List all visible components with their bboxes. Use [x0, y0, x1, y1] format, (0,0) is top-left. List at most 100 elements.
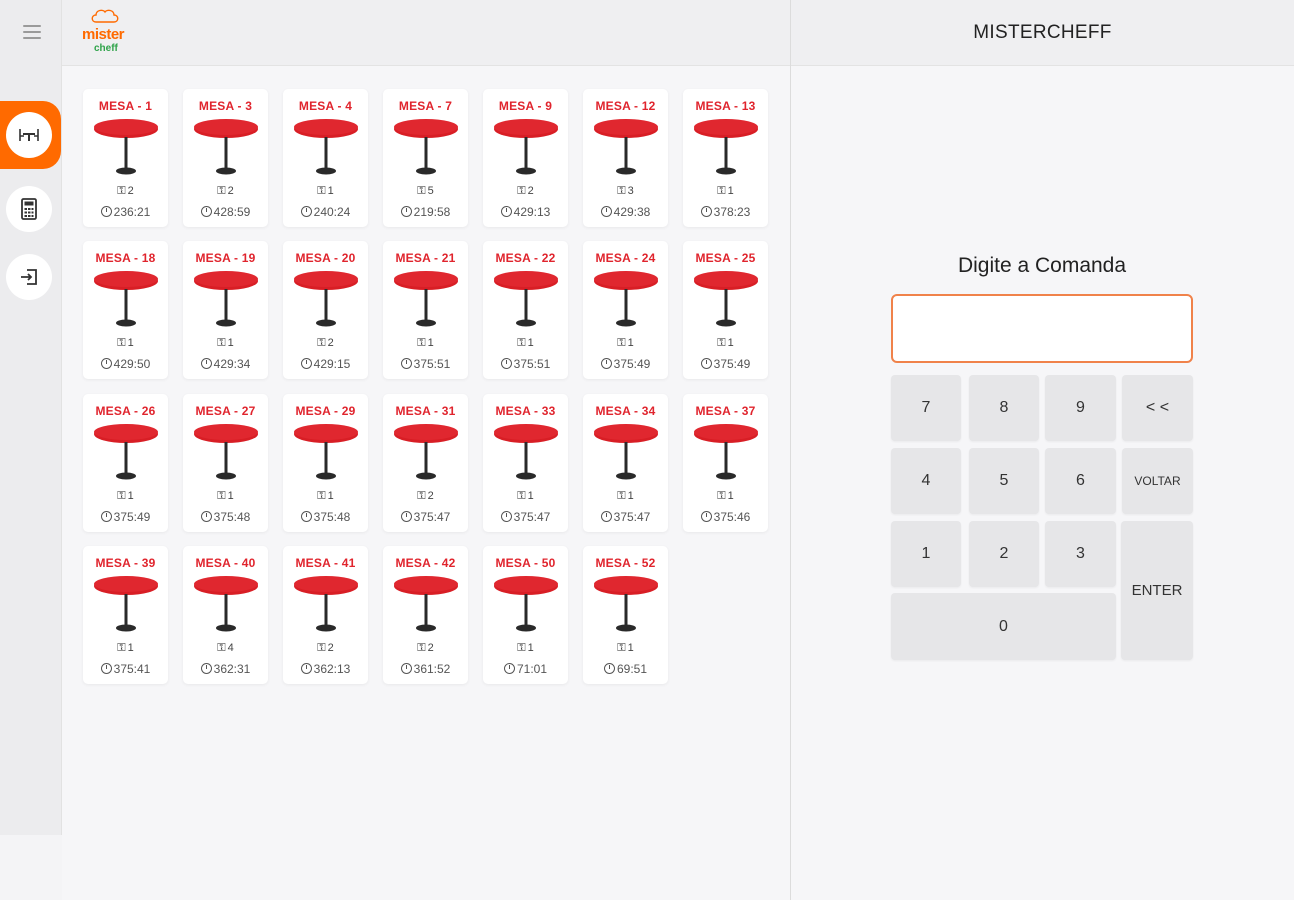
table-label: MESA - 33 [495, 404, 556, 418]
key-backspace[interactable]: < < [1122, 375, 1193, 441]
panel-title: MISTERCHEFF [973, 22, 1112, 43]
people-count: ⚿ 5 [417, 185, 434, 197]
key-6[interactable]: 6 [1045, 448, 1116, 514]
table-icon [294, 576, 358, 632]
people-count: ⚿ 2 [517, 185, 534, 197]
people-icon: ⚿ [617, 642, 626, 654]
sidebar-item-logout[interactable] [6, 254, 52, 300]
clock-icon [100, 358, 112, 369]
table-card[interactable]: MESA - 20 ⚿ 2 429:15 [283, 241, 368, 379]
people-count: ⚿ 1 [417, 337, 434, 349]
table-card[interactable]: MESA - 26 ⚿ 1 375:49 [83, 394, 168, 532]
sidebar-item-tables[interactable] [0, 101, 61, 169]
table-label: MESA - 24 [595, 251, 656, 265]
table-card[interactable]: MESA - 1 ⚿ 2 236:21 [83, 89, 168, 227]
table-card[interactable]: MESA - 37 ⚿ 1 375:46 [683, 394, 768, 532]
table-card[interactable]: MESA - 52 ⚿ 1 69:51 [583, 546, 668, 684]
table-card[interactable]: MESA - 3 ⚿ 2 428:59 [183, 89, 268, 227]
table-card[interactable]: MESA - 22 ⚿ 1 375:51 [483, 241, 568, 379]
key-3[interactable]: 3 [1045, 521, 1116, 587]
people-icon: ⚿ [617, 490, 626, 502]
table-label: MESA - 19 [195, 251, 256, 265]
table-card[interactable]: MESA - 4 ⚿ 1 240:24 [283, 89, 368, 227]
table-card[interactable]: MESA - 41 ⚿ 2 362:13 [283, 546, 368, 684]
clock-icon [500, 358, 512, 369]
people-count: ⚿ 1 [717, 185, 734, 197]
table-card[interactable]: MESA - 25 ⚿ 1 375:49 [683, 241, 768, 379]
elapsed-time: 375:48 [283, 510, 368, 524]
clock-icon [400, 206, 412, 217]
table-card[interactable]: MESA - 31 ⚿ 2 375:47 [383, 394, 468, 532]
elapsed-time: 375:49 [583, 357, 668, 371]
table-label: MESA - 25 [695, 251, 756, 265]
people-count: ⚿ 2 [317, 642, 334, 654]
key-voltar[interactable]: VOLTAR [1122, 448, 1193, 514]
people-count: ⚿ 1 [117, 337, 134, 349]
people-icon: ⚿ [717, 337, 726, 349]
table-card[interactable]: MESA - 18 ⚿ 1 429:50 [83, 241, 168, 379]
clock-icon [600, 511, 612, 522]
people-count: ⚿ 2 [217, 185, 234, 197]
key-5[interactable]: 5 [969, 448, 1039, 514]
rail-footer [0, 835, 62, 900]
key-9[interactable]: 9 [1045, 375, 1116, 441]
elapsed-time: 375:51 [383, 357, 468, 371]
people-count: ⚿ 1 [617, 642, 634, 654]
key-enter[interactable]: ENTER [1121, 521, 1193, 660]
table-card[interactable]: MESA - 34 ⚿ 1 375:47 [583, 394, 668, 532]
table-card[interactable]: MESA - 27 ⚿ 1 375:48 [183, 394, 268, 532]
table-icon [194, 424, 258, 480]
menu-icon[interactable] [23, 25, 41, 41]
elapsed-time: 429:38 [583, 205, 668, 219]
table-card[interactable]: MESA - 21 ⚿ 1 375:51 [383, 241, 468, 379]
table-label: MESA - 26 [95, 404, 156, 418]
table-card[interactable]: MESA - 39 ⚿ 1 375:41 [83, 546, 168, 684]
table-card[interactable]: MESA - 7 ⚿ 5 219:58 [383, 89, 468, 227]
key-7[interactable]: 7 [891, 375, 961, 441]
sidebar-item-calculator[interactable] [6, 186, 52, 232]
table-card[interactable]: MESA - 33 ⚿ 1 375:47 [483, 394, 568, 532]
table-label: MESA - 39 [95, 556, 156, 570]
table-card[interactable]: MESA - 19 ⚿ 1 429:34 [183, 241, 268, 379]
table-card[interactable]: MESA - 13 ⚿ 1 378:23 [683, 89, 768, 227]
people-count: ⚿ 1 [517, 337, 534, 349]
comanda-input[interactable] [891, 294, 1193, 363]
people-count: ⚿ 1 [517, 490, 534, 502]
elapsed-time: 362:31 [183, 662, 268, 676]
clock-icon [300, 358, 312, 369]
people-icon: ⚿ [117, 490, 126, 502]
clock-icon [400, 511, 412, 522]
key-8[interactable]: 8 [969, 375, 1039, 441]
table-label: MESA - 18 [95, 251, 156, 265]
people-icon: ⚿ [317, 337, 326, 349]
table-icon [694, 424, 758, 480]
table-card[interactable]: MESA - 29 ⚿ 1 375:48 [283, 394, 368, 532]
table-card[interactable]: MESA - 24 ⚿ 1 375:49 [583, 241, 668, 379]
table-label: MESA - 7 [398, 99, 453, 113]
table-card[interactable]: MESA - 40 ⚿ 4 362:31 [183, 546, 268, 684]
people-count: ⚿ 1 [317, 490, 334, 502]
table-card[interactable]: MESA - 9 ⚿ 2 429:13 [483, 89, 568, 227]
elapsed-time: 71:01 [483, 662, 568, 676]
key-0[interactable]: 0 [891, 593, 1116, 660]
table-card[interactable]: MESA - 50 ⚿ 1 71:01 [483, 546, 568, 684]
table-label: MESA - 34 [595, 404, 656, 418]
clock-icon [200, 663, 212, 674]
table-icon [194, 119, 258, 175]
comanda-prompt: Digite a Comanda [957, 254, 1127, 277]
key-2[interactable]: 2 [969, 521, 1039, 587]
people-count: ⚿ 1 [117, 490, 134, 502]
top-bar: mister cheff [62, 0, 790, 66]
people-icon: ⚿ [117, 642, 126, 654]
table-icon [294, 271, 358, 327]
table-card[interactable]: MESA - 12 ⚿ 3 429:38 [583, 89, 668, 227]
clock-icon [700, 206, 712, 217]
elapsed-time: 361:52 [383, 662, 468, 676]
key-4[interactable]: 4 [891, 448, 961, 514]
table-card[interactable]: MESA - 42 ⚿ 2 361:52 [383, 546, 468, 684]
people-icon: ⚿ [517, 642, 526, 654]
key-1[interactable]: 1 [891, 521, 961, 587]
people-icon: ⚿ [617, 185, 626, 197]
clock-icon [500, 511, 512, 522]
clock-icon [200, 511, 212, 522]
